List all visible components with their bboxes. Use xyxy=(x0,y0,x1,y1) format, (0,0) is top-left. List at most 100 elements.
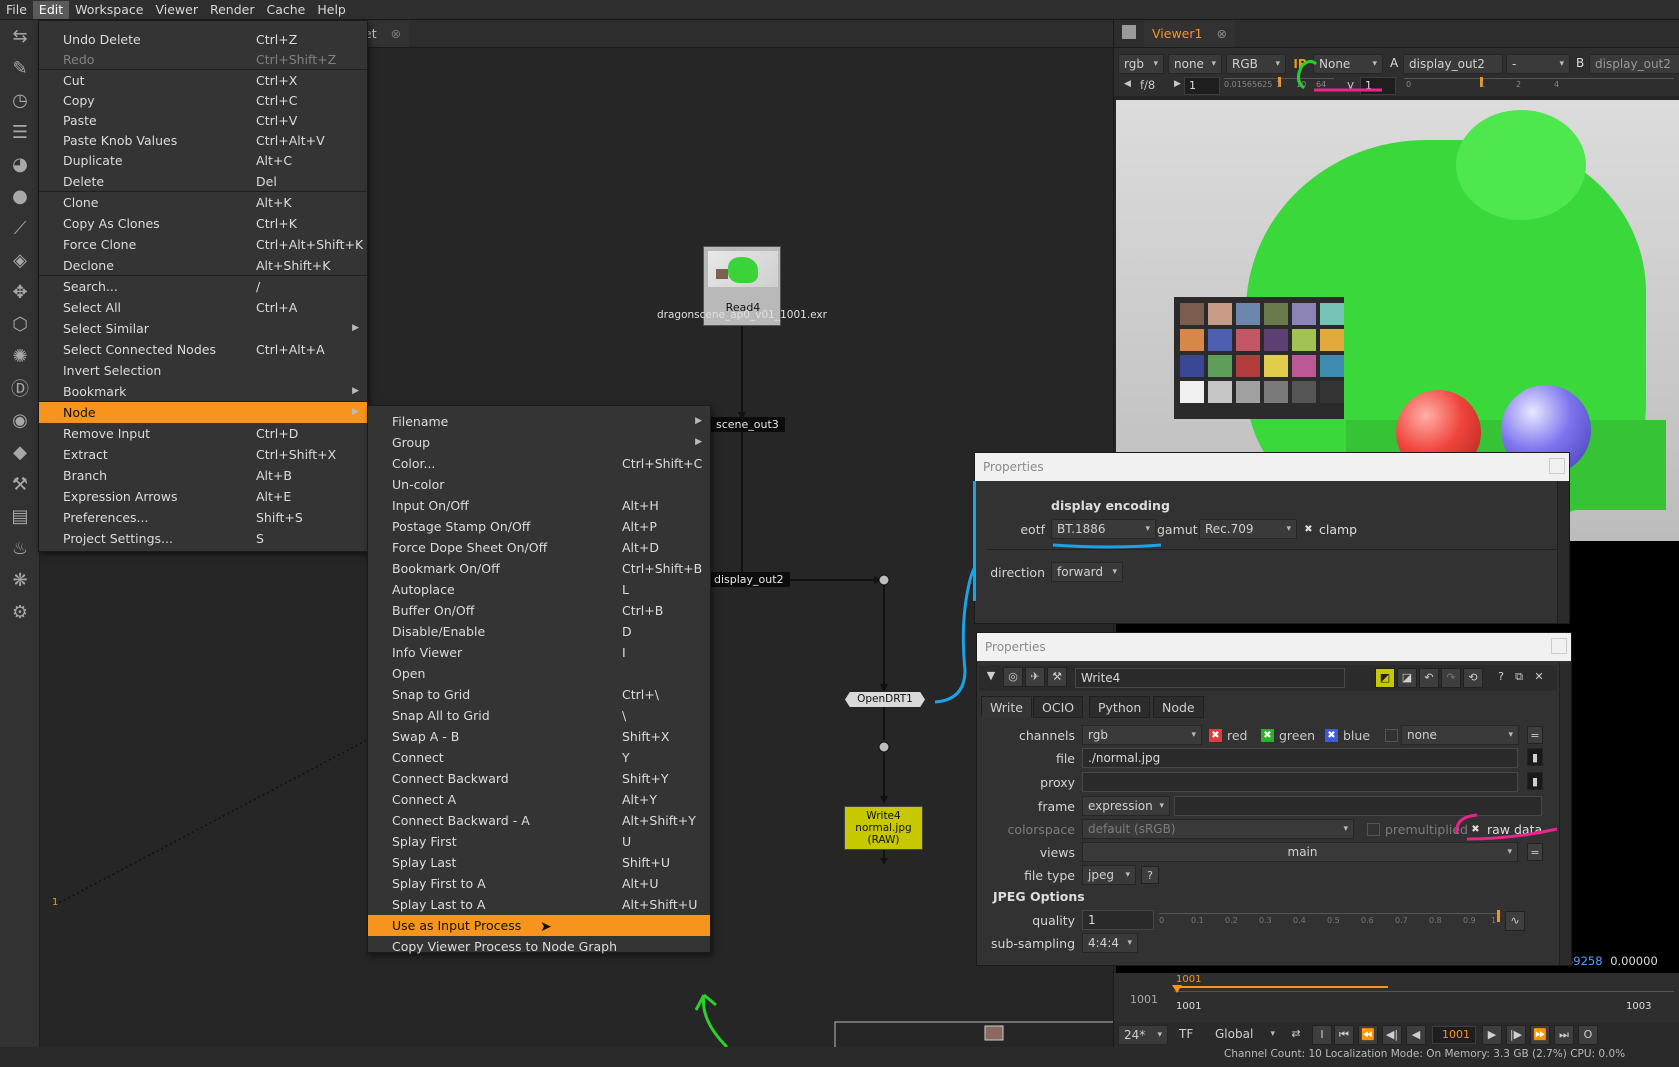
play-backward-icon[interactable]: ◀ xyxy=(1406,1025,1426,1045)
playhead-icon[interactable] xyxy=(1172,985,1182,993)
edit-menu-item[interactable]: Delete Del xyxy=(39,171,367,192)
brush-icon[interactable]: ✎ xyxy=(0,52,40,84)
green-checkbox[interactable]: ✖ xyxy=(1261,729,1274,742)
clock-icon[interactable]: ◷ xyxy=(0,84,40,116)
node-menu-item[interactable]: Connect Backward Shift+Y xyxy=(368,768,710,789)
tab-write[interactable]: Write xyxy=(981,696,1033,718)
prev-key-icon[interactable]: ⏪ xyxy=(1358,1025,1378,1045)
node-menu-item[interactable]: Open xyxy=(368,663,710,684)
node-display-out[interactable]: display_out2 xyxy=(708,572,790,587)
node-menu-item[interactable]: Copy Viewer Process to Node Graph xyxy=(368,936,710,957)
edit-menu-item[interactable]: Copy As Clones Ctrl+K xyxy=(39,213,367,234)
channels-link-icon[interactable]: = xyxy=(1527,726,1543,744)
frame-input[interactable]: 1001 xyxy=(1432,1026,1476,1044)
revert-icon[interactable]: ⟲ xyxy=(1463,668,1483,688)
edit-menu-item[interactable]: Invert Selection xyxy=(39,360,367,381)
node-menu-item[interactable]: Bookmark On/Off Ctrl+Shift+B xyxy=(368,558,710,579)
clamp-checkbox[interactable]: ✖ xyxy=(1302,523,1315,536)
particles-icon[interactable]: ✺ xyxy=(0,340,40,372)
wrench-icon[interactable]: ⚒ xyxy=(0,468,40,500)
colorspace-dropdown[interactable]: default (sRGB) ▾ xyxy=(1082,819,1354,839)
drive-icon[interactable]: ▤ xyxy=(0,500,40,532)
gamut-dropdown[interactable]: Rec.709 ▾ xyxy=(1199,519,1297,539)
filetype-help-button[interactable]: ? xyxy=(1141,866,1159,884)
node-scene-out[interactable]: scene_out3 xyxy=(710,417,785,432)
help-icon[interactable]: ? xyxy=(1491,668,1511,688)
flame-icon[interactable]: ♨ xyxy=(0,532,40,564)
tag-icon[interactable]: ◆ xyxy=(0,436,40,468)
collapse-icon[interactable]: ▼ xyxy=(981,667,1001,687)
direction-dropdown[interactable]: forward ▾ xyxy=(1051,562,1123,582)
tf-dropdown[interactable]: TF xyxy=(1174,1025,1204,1045)
proxy-input[interactable] xyxy=(1082,772,1518,792)
gear-icon[interactable]: ⚙ xyxy=(0,596,40,628)
curve-icon[interactable]: ∿ xyxy=(1505,911,1525,931)
arrows-icon[interactable]: ⇆ xyxy=(0,20,40,52)
menu-cache[interactable]: Cache xyxy=(260,1,311,19)
close-panel-icon[interactable]: ✕ xyxy=(1529,668,1549,688)
alpha-channel-dropdown[interactable]: none ▾ xyxy=(1401,725,1519,745)
edit-menu-item[interactable]: Branch Alt+B xyxy=(39,465,367,486)
node-menu-item[interactable]: Disable/Enable D xyxy=(368,621,710,642)
edit-menu-item[interactable]: Force Clone Ctrl+Alt+Shift+K xyxy=(39,234,367,255)
timeline-track[interactable] xyxy=(1174,991,1674,992)
scope-dropdown[interactable]: Global ▾ xyxy=(1210,1025,1280,1045)
quality-slider[interactable]: 0 0.1 0.2 0.3 0.4 0.5 0.6 0.7 0.8 0.9 1 xyxy=(1159,910,1500,931)
write-channels-dropdown[interactable]: rgb ▾ xyxy=(1082,725,1202,745)
undo-icon[interactable]: ↶ xyxy=(1419,668,1439,688)
properties-close-icon[interactable] xyxy=(1551,638,1567,654)
edit-menu-item[interactable]: Search... / xyxy=(39,276,367,297)
pin-icon[interactable]: ✈ xyxy=(1025,667,1045,687)
blue-checkbox[interactable]: ✖ xyxy=(1325,729,1338,742)
properties-scrollbar[interactable] xyxy=(1557,481,1569,623)
edit-menu-item[interactable]: Cut Ctrl+X xyxy=(39,70,367,91)
timeline[interactable]: 1001 1001 1001 1003 xyxy=(1114,973,1679,1023)
node-menu-item[interactable]: Filename ▶ xyxy=(368,411,710,432)
edit-menu-item[interactable]: Clone Alt+K xyxy=(39,192,367,213)
node-menu-item[interactable]: Splay First U xyxy=(368,831,710,852)
edit-menu-item[interactable]: Declone Alt+Shift+K xyxy=(39,255,367,276)
target-icon[interactable]: ◎ xyxy=(1003,667,1023,687)
first-frame-icon[interactable]: ⏮ xyxy=(1334,1025,1354,1045)
float-icon[interactable]: ⧉ xyxy=(1509,668,1529,688)
red-checkbox[interactable]: ✖ xyxy=(1209,729,1222,742)
premultiplied-checkbox[interactable] xyxy=(1367,823,1380,836)
edit-menu-item[interactable]: Project Settings... S xyxy=(39,528,367,549)
node-menu-item[interactable]: Color... Ctrl+Shift+C xyxy=(368,453,710,474)
close-icon[interactable]: ⊗ xyxy=(1216,26,1226,41)
node-menu-item[interactable]: Postage Stamp On/Off Alt+P xyxy=(368,516,710,537)
node-name-input[interactable]: Write4 xyxy=(1075,668,1345,688)
properties-close-icon[interactable] xyxy=(1549,458,1565,474)
out-point-button[interactable]: O xyxy=(1578,1025,1598,1045)
redo-icon[interactable]: ↷ xyxy=(1441,668,1461,688)
edit-menu-item[interactable]: Redo Ctrl+Shift+Z xyxy=(39,49,367,70)
node-menu-item[interactable]: Splay Last Shift+U xyxy=(368,852,710,873)
filter-icon[interactable]: ⟋ xyxy=(0,212,40,244)
node-menu-item[interactable]: Buffer On/Off Ctrl+B xyxy=(368,600,710,621)
node-menu-item[interactable]: Snap All to Grid \ xyxy=(368,705,710,726)
deep-icon[interactable]: Ⓓ xyxy=(0,372,40,404)
prev-frame-icon[interactable]: ◀| xyxy=(1382,1025,1402,1045)
menu-file[interactable]: File xyxy=(0,1,33,19)
edit-menu-item[interactable]: Select Connected Nodes Ctrl+Alt+A xyxy=(39,339,367,360)
next-key-icon[interactable]: ⏩ xyxy=(1530,1025,1550,1045)
color-swatch-icon[interactable]: ◩ xyxy=(1375,668,1395,688)
edit-menu-item[interactable]: Paste Knob Values Ctrl+Alt+V xyxy=(39,130,367,151)
edit-menu-item[interactable]: Bookmark ▶ xyxy=(39,381,367,402)
edit-menu-item[interactable]: Expression Arrows Alt+E xyxy=(39,486,367,507)
folder-icon[interactable]: ▮ xyxy=(1527,748,1543,766)
views-link-icon[interactable]: = xyxy=(1527,843,1543,861)
quality-input[interactable]: 1 xyxy=(1082,910,1154,930)
node-menu-item[interactable]: Un-color xyxy=(368,474,710,495)
last-frame-icon[interactable]: ⏭ xyxy=(1554,1025,1574,1045)
node-menu-item[interactable]: Snap to Grid Ctrl+\ xyxy=(368,684,710,705)
node-menu-item[interactable]: Autoplace L xyxy=(368,579,710,600)
filetype-dropdown[interactable]: jpeg ▾ xyxy=(1082,865,1136,885)
node-menu-item[interactable]: Swap A - B Shift+X xyxy=(368,726,710,747)
cube-icon[interactable]: ⬡ xyxy=(0,308,40,340)
circle-icon[interactable]: ● xyxy=(0,180,40,212)
edit-menu-item[interactable]: Preferences... Shift+S xyxy=(39,507,367,528)
properties-scrollbar[interactable] xyxy=(1559,663,1571,965)
node-menu-item[interactable]: Connect Backward - A Alt+Shift+Y xyxy=(368,810,710,831)
frame-dropdown[interactable]: expression ▾ xyxy=(1082,796,1170,816)
